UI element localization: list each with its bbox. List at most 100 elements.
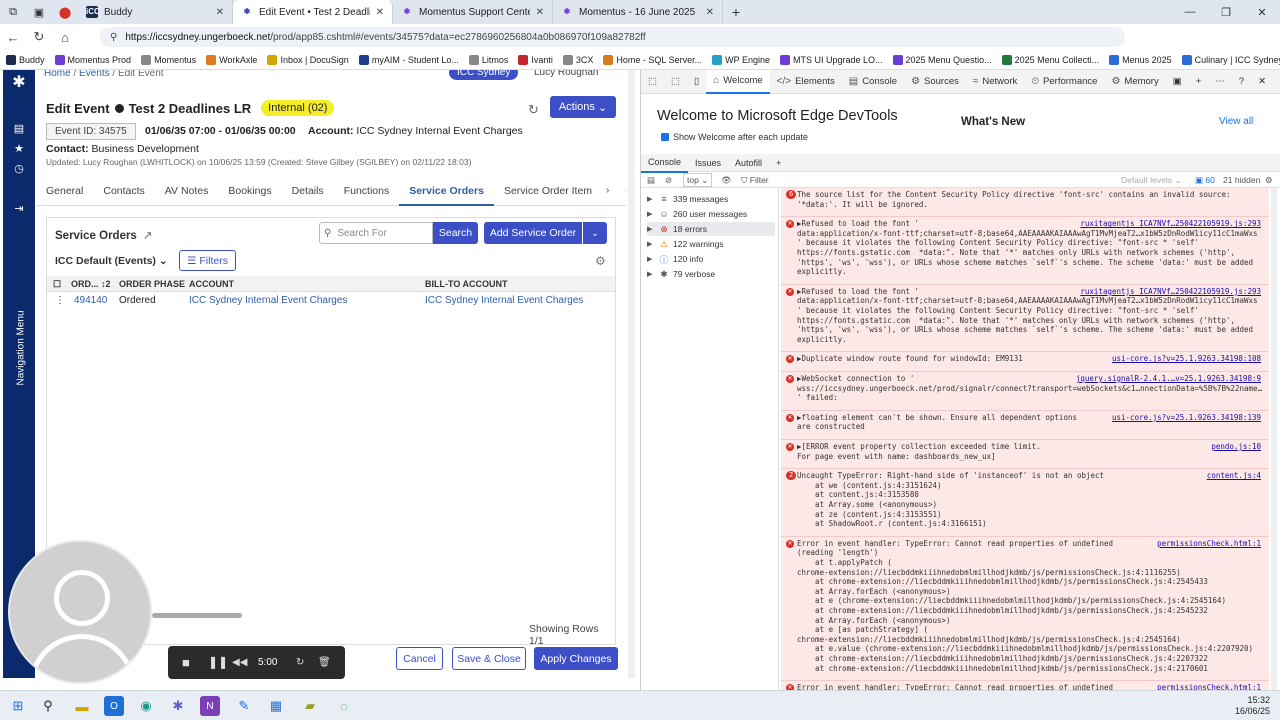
apply-changes-button[interactable]: Apply Changes [534, 647, 618, 670]
restart-icon[interactable]: ↻ [296, 646, 304, 679]
system-clock[interactable]: 15:32 16/06/25 [1235, 695, 1270, 717]
application-icon[interactable]: ▣ [1166, 70, 1189, 94]
source-link[interactable]: jquery.signalR-2.4.1.…v=25.1.9263.34198:… [1076, 374, 1261, 384]
file-explorer-icon[interactable]: ▬ [72, 696, 92, 716]
tab-service-order-item[interactable]: Service Order Item [494, 176, 602, 206]
status-badge[interactable]: Internal (02) [261, 100, 335, 116]
inspect-icon[interactable]: ⬚ [641, 70, 664, 94]
venue-chip[interactable]: ICC Sydney [449, 70, 519, 80]
source-link[interactable]: permissionsCheck.html:1 [1157, 683, 1261, 690]
search-icon[interactable]: ⚲ [38, 696, 58, 716]
bookmark-item[interactable]: Momentus [141, 54, 196, 65]
expand-nav-icon[interactable]: ⇥ [3, 202, 35, 215]
tab-actions-icon[interactable]: ▣ [26, 0, 52, 24]
app-icon[interactable]: ✎ [234, 696, 254, 716]
chevron-down-icon[interactable]: ⌄ [623, 185, 626, 196]
app-logo-icon[interactable]: ✱ [3, 72, 35, 92]
delete-icon[interactable]: 🗑 [318, 646, 331, 679]
save-close-button[interactable]: Save & Close [452, 647, 526, 670]
browser-tab-momentus-june[interactable]: ✱ Momentus - 16 June 2025 ✕ [553, 0, 723, 24]
pause-icon[interactable]: ❚❚ [208, 646, 228, 679]
context-select[interactable]: top ⌄ [683, 173, 713, 187]
tab-bookings[interactable]: Bookings [218, 176, 281, 206]
more-tools-icon[interactable]: + [1189, 70, 1209, 94]
bookmark-item[interactable]: WorkAxle [206, 54, 257, 65]
add-service-order-button[interactable]: Add Service Order [484, 222, 582, 244]
console-error-message[interactable]: ✕ Error in event handler: TypeError: Cann… [781, 539, 1269, 682]
device-emulation-icon[interactable]: ⬚ [664, 70, 687, 94]
devtools-tab-sources[interactable]: ⚙ Sources [904, 70, 966, 94]
stop-recording-icon[interactable]: ■ [182, 646, 190, 679]
close-tab-icon[interactable]: ✕ [216, 7, 224, 18]
drawer-tab-console[interactable]: Console [641, 153, 689, 173]
bookmark-item[interactable]: Buddy [6, 54, 45, 65]
live-expression-icon[interactable]: 👁 [721, 172, 732, 188]
devtools-tab-performance[interactable]: ⏲ Performance [1024, 70, 1104, 94]
drawer-tab-autofill[interactable]: Autofill [728, 154, 769, 172]
console-error-message[interactable]: ✕ ▶[ERROR event property collection excee… [781, 442, 1269, 470]
notes-icon[interactable]: ▰ [300, 696, 320, 716]
console-error-message[interactable]: ✕ ▶floating element can't be shown. Ensur… [781, 413, 1269, 440]
show-welcome-checkbox[interactable]: Show Welcome after each update [661, 132, 808, 142]
source-link[interactable]: ruxitagentjs_ICA7NVf…250422105919.js:293 [1080, 287, 1261, 297]
bookmark-item[interactable]: Momentus Prod [54, 54, 131, 65]
chevron-down-icon[interactable]: ⌄ [583, 222, 607, 244]
console-filter-item[interactable]: ▶ ≡ 339 messages [647, 192, 728, 206]
actions-button[interactable]: Actions ⌄ [550, 96, 616, 118]
chevron-right-icon[interactable]: › [606, 185, 609, 196]
column-bill-to[interactable]: BILL-TO ACCOUNT [425, 276, 508, 292]
filter-input[interactable]: ⛉ Filter [741, 172, 769, 188]
reload-icon[interactable]: ↻ [26, 29, 52, 45]
workspaces-icon[interactable]: ⧉ [0, 0, 26, 24]
devtools-tab-elements[interactable]: </> Elements [770, 70, 842, 94]
close-tab-icon[interactable]: ✕ [706, 7, 714, 18]
devtools-tab-console[interactable]: ▤ Console [842, 70, 904, 94]
account-link[interactable]: ICC Sydney Internal Event Charges [189, 292, 347, 310]
source-link[interactable]: usi-core.js?v=25.1.9263.34198:108 [1112, 354, 1261, 364]
breadcrumb-events[interactable]: Events [79, 70, 110, 79]
console-error-message[interactable]: ✕ ▶Refused to load the font ' data:applic… [781, 287, 1269, 353]
horizontal-scrollbar[interactable] [152, 613, 242, 618]
browser-tab-edit-event[interactable]: ✱ Edit Event • Test 2 Deadlines LR - ✕ [233, 0, 393, 24]
source-link[interactable]: ruxitagentjs_ICA7NVf…250422105919.js:293 [1080, 219, 1261, 229]
close-devtools-icon[interactable]: ✕ [1251, 70, 1273, 94]
console-error-message[interactable]: 2 Uncaught TypeError: Right-hand side of … [781, 471, 1269, 537]
page-scrollbar[interactable] [628, 70, 635, 678]
edge-icon[interactable]: ◉ [136, 696, 156, 716]
calculator-icon[interactable]: ▦ [266, 696, 286, 716]
devtools-tab-memory[interactable]: ⚙ Memory [1104, 70, 1165, 94]
tab-details[interactable]: Details [282, 176, 334, 206]
expand-arrow-icon[interactable]: ▶ [647, 240, 657, 248]
teams-icon[interactable]: ✱ [168, 696, 188, 716]
bookmark-item[interactable]: MTS UI Upgrade LO... [779, 54, 883, 65]
bookmark-item[interactable]: WP Engine [712, 54, 770, 65]
help-icon[interactable]: ? [1232, 70, 1251, 94]
console-filter-item[interactable]: ▶ ⊗ 18 errors [647, 222, 775, 236]
bookmark-item[interactable]: Menus 2025 [1109, 54, 1172, 65]
url-field[interactable]: ⚲ https://iccsydney.ungerboeck.net /prod… [100, 27, 1125, 47]
outlook-icon[interactable]: O [104, 696, 124, 716]
close-window-button[interactable]: ✕ [1244, 0, 1280, 24]
tab-functions[interactable]: Functions [334, 176, 400, 206]
expand-arrow-icon[interactable]: ▶ [647, 210, 657, 218]
user-name[interactable]: Lucy Roughan [534, 70, 599, 78]
levels-select[interactable]: Default levels ⌄ [1121, 172, 1182, 188]
tab-av-notes[interactable]: AV Notes [155, 176, 219, 206]
column-order-phase[interactable]: ORDER PHASE [119, 276, 185, 292]
browser-tab-buddy[interactable]: iCC Buddy ✕ [78, 0, 233, 24]
refresh-icon[interactable]: ↻ [528, 102, 539, 118]
breadcrumb-home[interactable]: Home [44, 70, 71, 79]
checkbox-checked[interactable] [661, 133, 669, 141]
view-select[interactable]: ICC Default (Events) ⌄ [55, 255, 168, 267]
bookmark-item[interactable]: Ivanti [518, 54, 553, 65]
console-error-message[interactable]: ✕ ▶Duplicate window route found for windo… [781, 354, 1269, 372]
expand-arrow-icon[interactable]: ▶ [647, 225, 657, 233]
console-filter-item[interactable]: ▶ ⚠ 122 warnings [647, 237, 724, 251]
cancel-button[interactable]: Cancel [396, 647, 443, 670]
close-tab-icon[interactable]: ✕ [536, 7, 544, 18]
clear-console-icon[interactable]: ⊘ [665, 172, 672, 188]
new-tab-button[interactable]: + [723, 0, 749, 24]
row-menu-icon[interactable]: ⋮ [55, 292, 65, 310]
dock-icon[interactable]: ▯ [687, 70, 706, 94]
windows-start-icon[interactable]: ⊞ [8, 696, 28, 716]
